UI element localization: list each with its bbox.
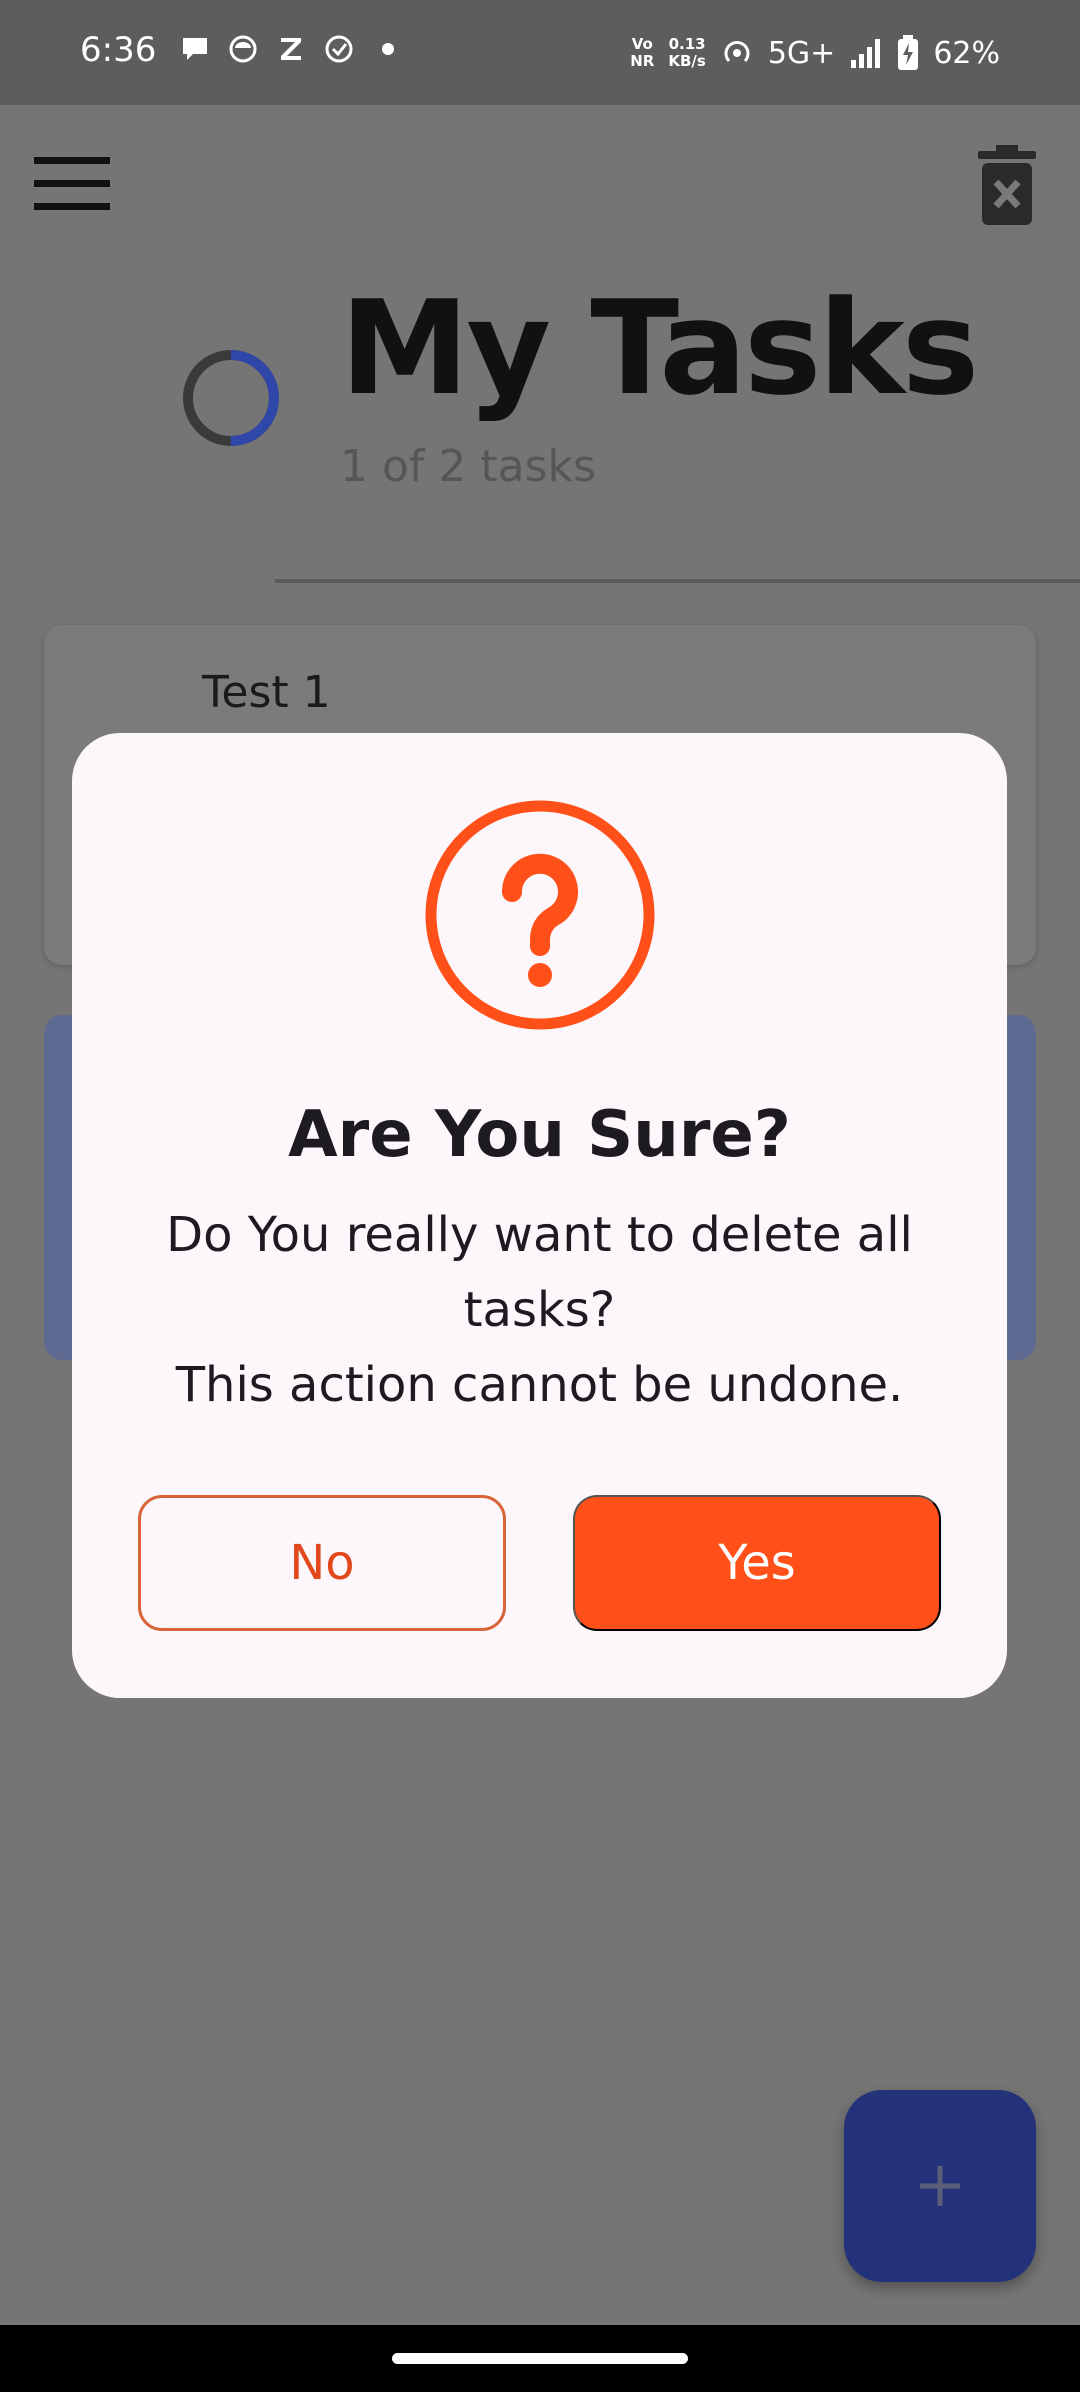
no-button[interactable]: No bbox=[138, 1495, 506, 1631]
progress-ring bbox=[183, 350, 279, 446]
hotspot-icon bbox=[724, 41, 750, 63]
delete-all-icon[interactable] bbox=[978, 145, 1036, 227]
battery-charging-icon bbox=[898, 35, 919, 70]
chat-bubble-icon bbox=[183, 38, 207, 60]
plus-icon bbox=[920, 2166, 960, 2206]
status-right: Vo NR 0.13 KB/s 5G+ 62% bbox=[630, 28, 1000, 78]
add-task-button[interactable] bbox=[844, 2090, 1036, 2282]
menu-icon[interactable] bbox=[34, 157, 110, 211]
check-circle-icon bbox=[325, 35, 353, 63]
navigation-bar bbox=[0, 2325, 1080, 2392]
task-title: Test 1 bbox=[202, 667, 331, 718]
dot-icon bbox=[382, 43, 394, 55]
battery-level: 62% bbox=[933, 35, 1000, 71]
signal-icon bbox=[851, 39, 881, 68]
network-speed: 0.13 KB/s bbox=[668, 35, 706, 70]
dialog-message: Do You really want to delete all tasks? … bbox=[142, 1198, 937, 1423]
question-icon bbox=[425, 800, 655, 1030]
status-bar: 6:36 Vo NR 0.13 KB/s 5G+ 62% bbox=[0, 0, 1080, 105]
confirm-dialog: Are You Sure? Do You really want to dele… bbox=[72, 733, 1007, 1698]
network-type: 5G+ bbox=[767, 35, 836, 71]
dialog-message-line1: Do You really want to delete all tasks? bbox=[166, 1207, 913, 1338]
dialog-message-line2: This action cannot be undone. bbox=[175, 1357, 904, 1413]
z-app-icon bbox=[281, 38, 301, 60]
status-time: 6:36 bbox=[80, 30, 157, 70]
page-title: My Tasks bbox=[340, 272, 979, 424]
yes-button[interactable]: Yes bbox=[573, 1495, 941, 1631]
task-count: 1 of 2 tasks bbox=[340, 441, 596, 492]
home-indicator[interactable] bbox=[392, 2353, 688, 2364]
face-app-icon bbox=[229, 35, 257, 63]
dialog-title: Are You Sure? bbox=[288, 1098, 791, 1172]
divider bbox=[275, 579, 1080, 583]
volte-indicator: Vo NR bbox=[630, 35, 655, 70]
